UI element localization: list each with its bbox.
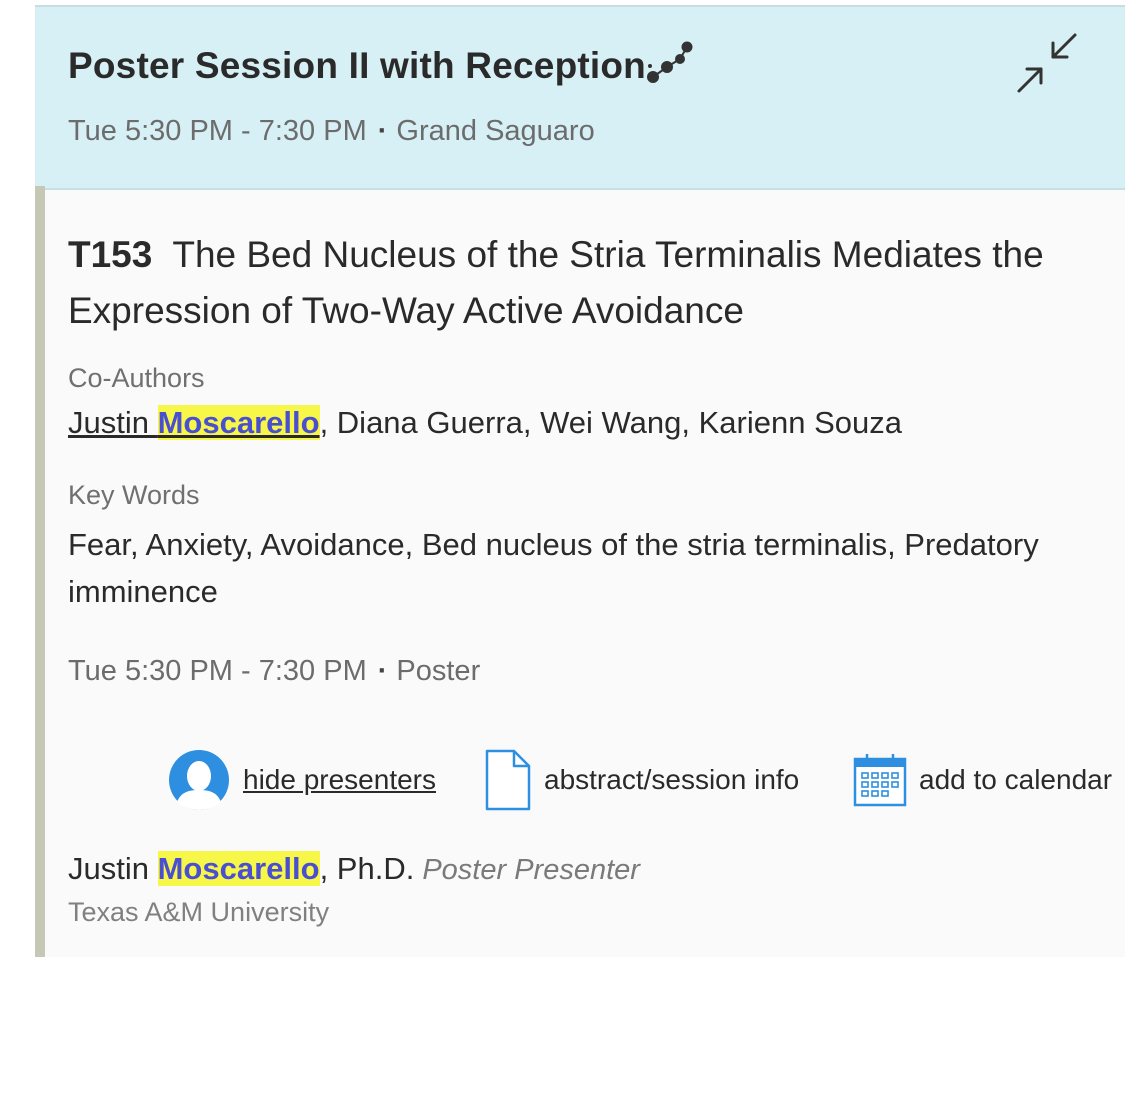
coauthors-list: Justin Moscarello, Diana Guerra, Wei Wan… (68, 405, 902, 441)
separator-dot: · (377, 655, 388, 687)
keywords-label: Key Words (68, 480, 200, 510)
collapse-arrows-icon[interactable] (1015, 31, 1079, 95)
session-header: Poster Session II with Reception Tue 5:3… (35, 5, 1125, 190)
abstract-title: T153 The Bed Nucleus of the Stria Termina… (68, 227, 1088, 339)
presenter-organization: Texas A&M University (68, 897, 330, 927)
other-authors: , Diana Guerra, Wei Wang, Karienn Souza (319, 405, 902, 440)
session-time-location: Tue 5:30 PM - 7:30 PM · Grand Saguaro (68, 115, 595, 148)
abstract-type: Poster (396, 655, 481, 687)
session-location: Grand Saguaro (396, 115, 595, 147)
presenter-suffix: , Ph.D. (319, 851, 415, 886)
abstract-time: Tue 5:30 PM - 7:30 PM (68, 655, 367, 687)
abstract-info-label: abstract/session info (544, 764, 800, 795)
first-author-last-name-highlight: Moscarello (157, 405, 320, 440)
calendar-icon (853, 754, 907, 807)
hide-presenters-label: hide presenters (243, 764, 437, 795)
action-bar: hide presenters abstract/session info ad… (35, 745, 1125, 825)
separator-dot: · (377, 115, 388, 147)
add-to-calendar-button[interactable]: add to calendar (853, 745, 1112, 815)
presenter-role: Poster Presenter (422, 854, 640, 886)
session-title: Poster Session II with Reception (68, 45, 646, 86)
session-time: Tue 5:30 PM - 7:30 PM (68, 115, 367, 147)
abstract-code: T153 (68, 234, 153, 275)
keywords-text: Fear, Anxiety, Avoidance, Bed nucleus of… (68, 527, 1039, 609)
abstract-info-button[interactable]: abstract/session info (484, 745, 799, 815)
coauthors-label: Co-Authors (68, 363, 205, 393)
first-author-link[interactable]: Justin Moscarello (68, 405, 320, 440)
session-card: Poster Session II with Reception Tue 5:3… (35, 5, 1125, 957)
left-accent-bar (35, 186, 45, 957)
presenter-first-name: Justin (68, 851, 149, 886)
presenter-last-name-highlight: Moscarello (157, 851, 320, 886)
network-dots-icon (647, 41, 693, 83)
document-icon (485, 749, 531, 811)
hide-presenters-button[interactable]: hide presenters (167, 745, 436, 815)
abstract-time-type: Tue 5:30 PM - 7:30 PM · Poster (68, 655, 480, 688)
user-avatar-icon (169, 750, 229, 810)
add-to-calendar-label: add to calendar (919, 764, 1113, 795)
first-author-first-name: Justin (68, 405, 149, 440)
abstract-title-text: The Bed Nucleus of the Stria Terminalis … (68, 234, 1044, 331)
presenter-name-line: Justin Moscarello, Ph.D. Poster Presenter (68, 851, 640, 887)
